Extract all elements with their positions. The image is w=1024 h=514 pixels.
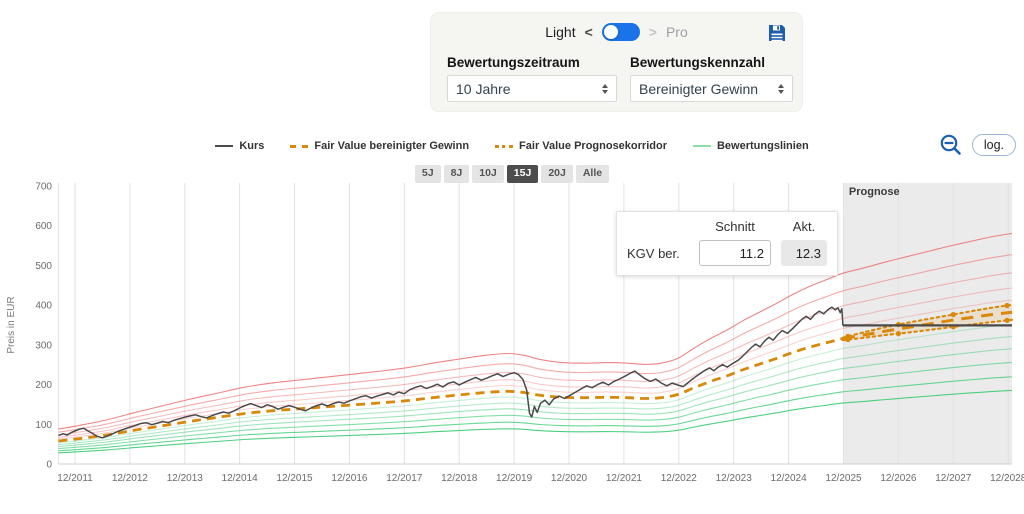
svg-text:600: 600 bbox=[35, 221, 52, 232]
svg-text:12/2025: 12/2025 bbox=[825, 473, 862, 484]
legend-item-kurs[interactable]: Kurs bbox=[215, 140, 264, 152]
legend-label: Bewertungslinien bbox=[717, 140, 809, 152]
fair-value-line-swatch bbox=[290, 145, 308, 148]
schnitt-column-header: Schnitt bbox=[699, 219, 771, 234]
field-bewertungszeitraum: Bewertungszeitraum 10 Jahre bbox=[447, 55, 617, 102]
svg-text:12/2015: 12/2015 bbox=[276, 473, 313, 484]
svg-text:12/2011: 12/2011 bbox=[57, 473, 93, 484]
svg-text:0: 0 bbox=[46, 460, 52, 471]
svg-text:12/2024: 12/2024 bbox=[771, 473, 808, 484]
prognosekorridor-line-swatch bbox=[495, 145, 513, 148]
bewertungszeitraum-value: 10 Jahre bbox=[456, 81, 510, 97]
mode-toggle[interactable] bbox=[602, 23, 640, 41]
floppy-disk-icon bbox=[766, 22, 788, 44]
bewertungszeitraum-select[interactable]: 10 Jahre bbox=[447, 75, 617, 102]
svg-text:12/2013: 12/2013 bbox=[167, 473, 204, 484]
legend-label: Fair Value Prognosekorridor bbox=[519, 140, 667, 152]
svg-text:12/2018: 12/2018 bbox=[441, 473, 478, 484]
svg-text:12/2021: 12/2021 bbox=[606, 473, 643, 484]
legend-item-fair-value[interactable]: Fair Value bereinigter Gewinn bbox=[290, 140, 469, 152]
svg-text:12/2023: 12/2023 bbox=[716, 473, 753, 484]
bewertungslinien-swatch bbox=[693, 145, 711, 147]
svg-text:200: 200 bbox=[35, 380, 52, 391]
legend-label: Fair Value bereinigter Gewinn bbox=[314, 140, 469, 152]
svg-text:12/2017: 12/2017 bbox=[386, 473, 423, 484]
kgv-schnitt-input[interactable] bbox=[699, 240, 771, 266]
prognose-label: Prognose bbox=[849, 186, 900, 198]
mode-label-light: Light bbox=[545, 24, 575, 40]
svg-text:12/2028: 12/2028 bbox=[990, 473, 1024, 484]
magnifier-minus-icon bbox=[938, 132, 964, 158]
bewertungskennzahl-label: Bewertungskennzahl bbox=[630, 55, 793, 70]
bewertungszeitraum-label: Bewertungszeitraum bbox=[447, 55, 617, 70]
select-updown-icon bbox=[602, 84, 608, 94]
x-axis-labels: 12/2011 12/2012 12/2013 12/2014 12/2015 12/20… bbox=[57, 473, 1024, 484]
legend-item-bewertungslinien[interactable]: Bewertungslinien bbox=[693, 140, 809, 152]
select-updown-icon bbox=[778, 84, 784, 94]
field-bewertungskennzahl: Bewertungskennzahl Bereinigter Gewinn bbox=[630, 55, 793, 102]
svg-text:700: 700 bbox=[35, 182, 52, 193]
zoom-out-button[interactable] bbox=[938, 132, 964, 158]
chevron-right-icon[interactable]: > bbox=[649, 25, 657, 39]
bewertungskennzahl-select[interactable]: Bereinigter Gewinn bbox=[630, 75, 793, 102]
svg-text:12/2012: 12/2012 bbox=[112, 473, 149, 484]
valuation-chart-svg: 010020030040050060070012/201112/201212/2… bbox=[0, 175, 1024, 499]
kgv-panel: Schnitt Akt. KGV ber. 12.3 bbox=[616, 211, 838, 276]
svg-text:12/2026: 12/2026 bbox=[880, 473, 917, 484]
y-axis-labels: 0 100 200 300 400 500 600 700 bbox=[35, 182, 52, 471]
svg-text:100: 100 bbox=[35, 420, 52, 431]
legend-item-prognosekorridor[interactable]: Fair Value Prognosekorridor bbox=[495, 140, 667, 152]
svg-text:12/2016: 12/2016 bbox=[331, 473, 368, 484]
svg-text:12/2027: 12/2027 bbox=[935, 473, 972, 484]
settings-panel: Light < > Pro Bewertungszeitraum bbox=[430, 12, 803, 112]
legend-label: Kurs bbox=[239, 140, 264, 152]
page: Light < > Pro Bewertungszeitraum bbox=[0, 0, 1024, 514]
kgv-row-label: KGV ber. bbox=[627, 246, 689, 261]
svg-text:400: 400 bbox=[35, 301, 52, 312]
toggle-knob bbox=[604, 25, 618, 39]
chart-area[interactable]: 010020030040050060070012/201112/201212/2… bbox=[0, 175, 1024, 499]
y-axis-title: Preis in EUR bbox=[6, 296, 17, 353]
svg-text:12/2014: 12/2014 bbox=[222, 473, 259, 484]
mode-label-pro: Pro bbox=[666, 24, 688, 40]
akt-column-header: Akt. bbox=[781, 219, 827, 234]
mode-row: Light < > Pro bbox=[431, 13, 802, 51]
chevron-left-icon[interactable]: < bbox=[585, 25, 593, 39]
kurs-line-swatch bbox=[215, 145, 233, 147]
kgv-akt-value: 12.3 bbox=[781, 240, 827, 266]
settings-fields: Bewertungszeitraum 10 Jahre Bewertungske… bbox=[431, 51, 802, 102]
svg-text:300: 300 bbox=[35, 340, 52, 351]
svg-text:12/2022: 12/2022 bbox=[661, 473, 698, 484]
chart-tools: log. bbox=[938, 132, 1016, 158]
bewertungskennzahl-value: Bereinigter Gewinn bbox=[639, 81, 758, 97]
svg-text:12/2019: 12/2019 bbox=[496, 473, 533, 484]
svg-text:12/2020: 12/2020 bbox=[551, 473, 588, 484]
chart-legend: Kurs Fair Value bereinigter Gewinn Fair … bbox=[0, 140, 1024, 152]
save-button[interactable] bbox=[766, 22, 788, 44]
svg-text:500: 500 bbox=[35, 261, 52, 272]
log-scale-button[interactable]: log. bbox=[972, 134, 1016, 156]
